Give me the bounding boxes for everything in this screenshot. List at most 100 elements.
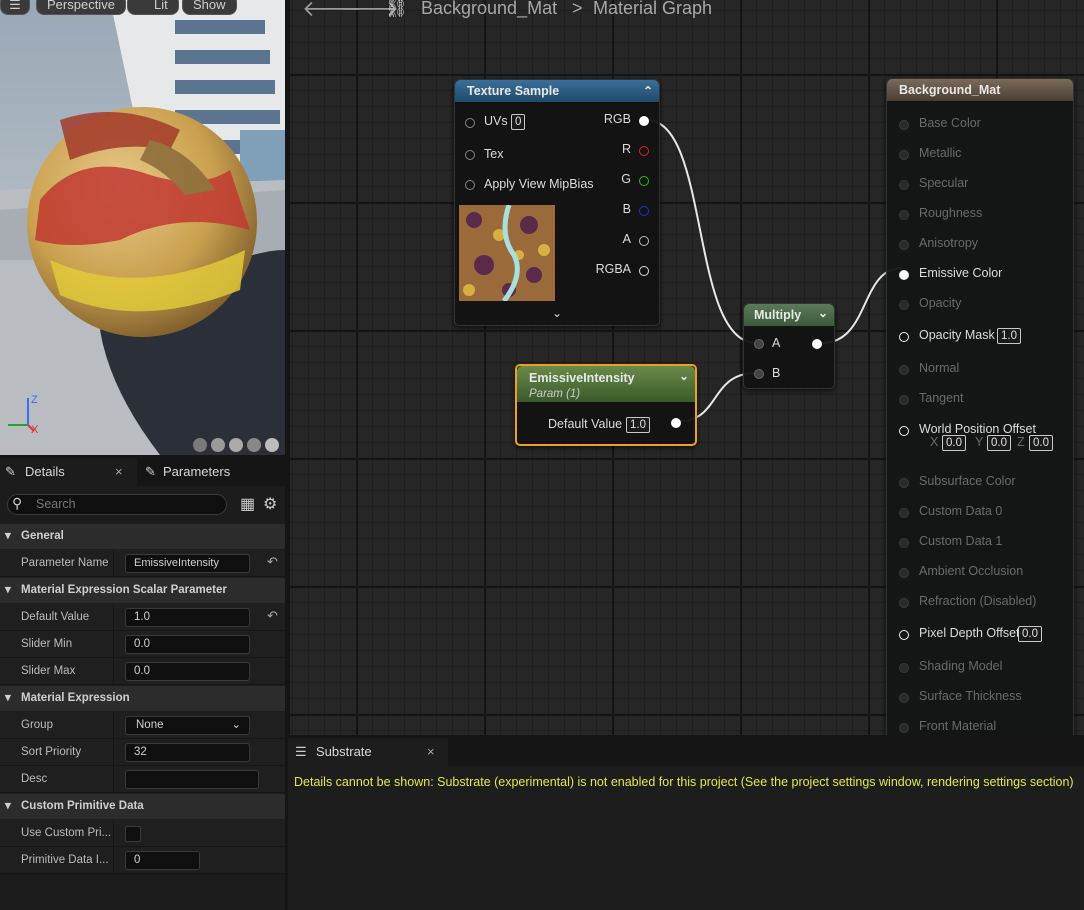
default-value-label: Default Value [548,417,623,431]
slider-max-field[interactable]: 0.0 [125,662,250,681]
mipbias-input-pin[interactable] [465,180,475,190]
result-pin-5[interactable] [899,270,909,280]
search-input[interactable]: ⚲ Search [7,494,227,515]
result-pin-label: Base Color [919,116,981,130]
tab-substrate[interactable]: ☰ Substrate × [288,738,448,766]
row-desc: Desc [0,766,285,793]
result-pin-4[interactable] [899,240,909,250]
result-pin-label: Surface Thickness [919,689,1022,703]
emissive-intensity-node[interactable]: EmissiveIntensity Param (1) ⌄ Default Va… [515,364,697,446]
slider-min-field[interactable]: 0.0 [125,635,250,654]
material-result-node[interactable]: Background_Mat Base Color Metallic Specula… [886,78,1074,735]
result-pin-label: Custom Data 1 [919,534,1003,548]
result-pin-16[interactable] [899,630,909,640]
section-scalar-parameter[interactable]: ▾ Material Expression Scalar Parameter [0,578,285,603]
result-pin-10[interactable] [899,426,909,436]
show-button[interactable]: Show [182,0,237,15]
wpo-y-value[interactable]: 0.0 [987,435,1011,451]
parameter-name-input[interactable]: EmissiveIntensity [125,554,250,573]
emissive-collapse-icon[interactable]: ⌄ [679,368,689,384]
perspective-button[interactable]: Perspective [36,0,126,15]
uvs-value[interactable]: 0 [511,114,526,130]
preview-scene [0,0,285,455]
result-pin-label: Tangent [919,391,964,405]
material-graph-canvas[interactable]: 🡐 🡒 ⛓ Background_Mat > Material Graph Te… [290,0,1084,735]
close-icon[interactable]: × [115,458,123,486]
default-value-input[interactable]: 1.0 [626,417,650,433]
result-pin-12[interactable] [899,508,909,518]
texture-sample-node[interactable]: Texture Sample ⌃ UVs 0 Tex Apply View Mi… [454,79,660,326]
wpo-z-value[interactable]: 0.0 [1029,435,1053,451]
use-custom-checkbox[interactable] [125,826,141,842]
result-pin-8[interactable] [899,365,909,375]
result-pin-9[interactable] [899,395,909,405]
sort-priority-field[interactable]: 32 [125,743,250,762]
desc-field[interactable] [125,770,259,789]
expand-chevron-icon[interactable]: ⌄ [552,306,562,320]
emissive-title: EmissiveIntensity Param (1) ⌄ [517,366,695,402]
multiply-a-pin[interactable] [754,339,764,349]
section-general[interactable]: ▾ General [0,524,285,549]
result-pin-17[interactable] [899,663,909,673]
caret-down-icon: ▾ [5,530,11,542]
result-pin-label: Metallic [919,146,962,160]
result-pin-15[interactable] [899,598,909,608]
uvs-label: UVs [484,114,508,128]
default-value-field[interactable]: 1.0 [125,608,250,627]
result-pin-label: Refraction (Disabled) [919,594,1037,608]
substrate-message: Details cannot be shown: Substrate (expe… [294,775,1074,789]
result-pin-19[interactable] [899,723,909,733]
gear-icon[interactable]: ⚙ [263,494,277,514]
a-output-pin[interactable] [639,236,649,246]
tab-parameters[interactable]: ✎ Parameters [145,458,230,486]
reset-arrow-icon[interactable]: ↶ [267,608,278,624]
preview-viewport[interactable]: ☰ Perspective Lit Show Z X [0,0,285,455]
multiply-output-pin[interactable] [812,339,822,349]
close-icon[interactable]: × [427,738,435,766]
result-pin-value[interactable]: 0.0 [1018,626,1042,642]
collapse-icon[interactable]: ⌃ [643,80,653,102]
result-pin-11[interactable] [899,478,909,488]
reset-arrow-icon[interactable]: ↶ [267,554,278,570]
multiply-b-pin[interactable] [754,369,764,379]
table-view-icon[interactable]: ▦ [240,494,255,514]
result-pin-2[interactable] [899,180,909,190]
row-group: Group None ⌄ [0,712,285,739]
viewport-menu-icon[interactable]: ☰ [0,0,30,15]
wpo-x-value[interactable]: 0.0 [942,435,966,451]
result-pin-1[interactable] [899,150,909,160]
rgb-output-pin[interactable] [639,116,649,126]
emissive-output-pin[interactable] [671,418,681,428]
lit-button[interactable]: Lit [127,0,179,15]
result-pin-3[interactable] [899,210,909,220]
tex-input-pin[interactable] [465,150,475,160]
substrate-panel: ☰ Substrate × Details cannot be shown: S… [288,738,1084,910]
multiply-node[interactable]: Multiply ⌄ A B [743,303,835,389]
b-label: B [622,202,631,216]
multiply-collapse-icon[interactable]: ⌄ [818,302,828,324]
row-parameter-name: Parameter Name EmissiveIntensity ↶ [0,550,285,577]
result-pin-0[interactable] [899,120,909,130]
rgba-output-pin[interactable] [639,266,649,276]
row-default-value: Default Value 1.0 ↶ [0,604,285,631]
result-pin-6[interactable] [899,300,909,310]
tab-details[interactable]: ✎ Details × [0,458,137,486]
result-pin-18[interactable] [899,693,909,703]
result-pin-value[interactable]: 1.0 [997,328,1021,344]
r-output-pin[interactable] [639,146,649,156]
g-output-pin[interactable] [639,176,649,186]
result-pin-13[interactable] [899,538,909,548]
result-pin-7[interactable] [899,332,909,342]
primitive-data-index-field[interactable]: 0 [125,851,200,870]
section-material-expression[interactable]: ▾ Material Expression [0,686,285,711]
result-pin-14[interactable] [899,568,909,578]
group-dropdown[interactable]: None ⌄ [125,716,250,735]
multiply-a-label: A [772,336,781,350]
uvs-input-pin[interactable] [465,118,475,128]
result-pin-label: Ambient Occlusion [919,564,1024,578]
section-custom-primitive-data[interactable]: ▾ Custom Primitive Data [0,794,285,819]
row-slider-max: Slider Max 0.0 [0,658,285,685]
rgb-label: RGB [603,112,631,126]
row-use-custom: Use Custom Pri... [0,820,285,847]
b-output-pin[interactable] [639,206,649,216]
